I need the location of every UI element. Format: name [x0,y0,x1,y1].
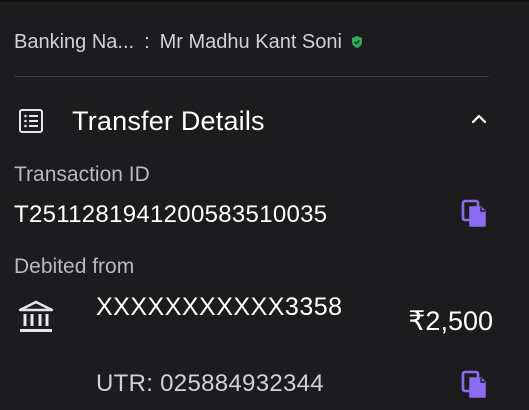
utr-number: UTR: 025884932344 [96,370,324,397]
transaction-id-value: T2511281941200583510035 [14,201,328,228]
debited-amount: ₹2,500 [408,306,493,336]
verified-shield-icon [351,36,362,48]
transaction-id-label: Transaction ID [14,163,150,186]
banking-name-value: Mr Madhu Kant Soni [159,30,342,53]
debited-from-label: Debited from [14,255,135,278]
chevron-up-icon[interactable] [468,108,490,130]
banking-name-row: Banking Na... : Mr Madhu Kant Soni [14,26,364,58]
banking-name-separator: : [144,30,150,53]
section-divider [14,76,489,77]
bank-icon [18,300,54,332]
transfer-details-header[interactable]: Transfer Details [14,98,494,144]
section-title: Transfer Details [72,105,265,136]
banking-name-label: Banking Na... [14,30,135,53]
top-divider [0,0,529,2]
account-number: XXXXXXXXXXX3358 [96,293,343,321]
copy-icon[interactable] [461,199,487,229]
list-icon [19,109,43,133]
copy-icon[interactable] [461,370,487,400]
